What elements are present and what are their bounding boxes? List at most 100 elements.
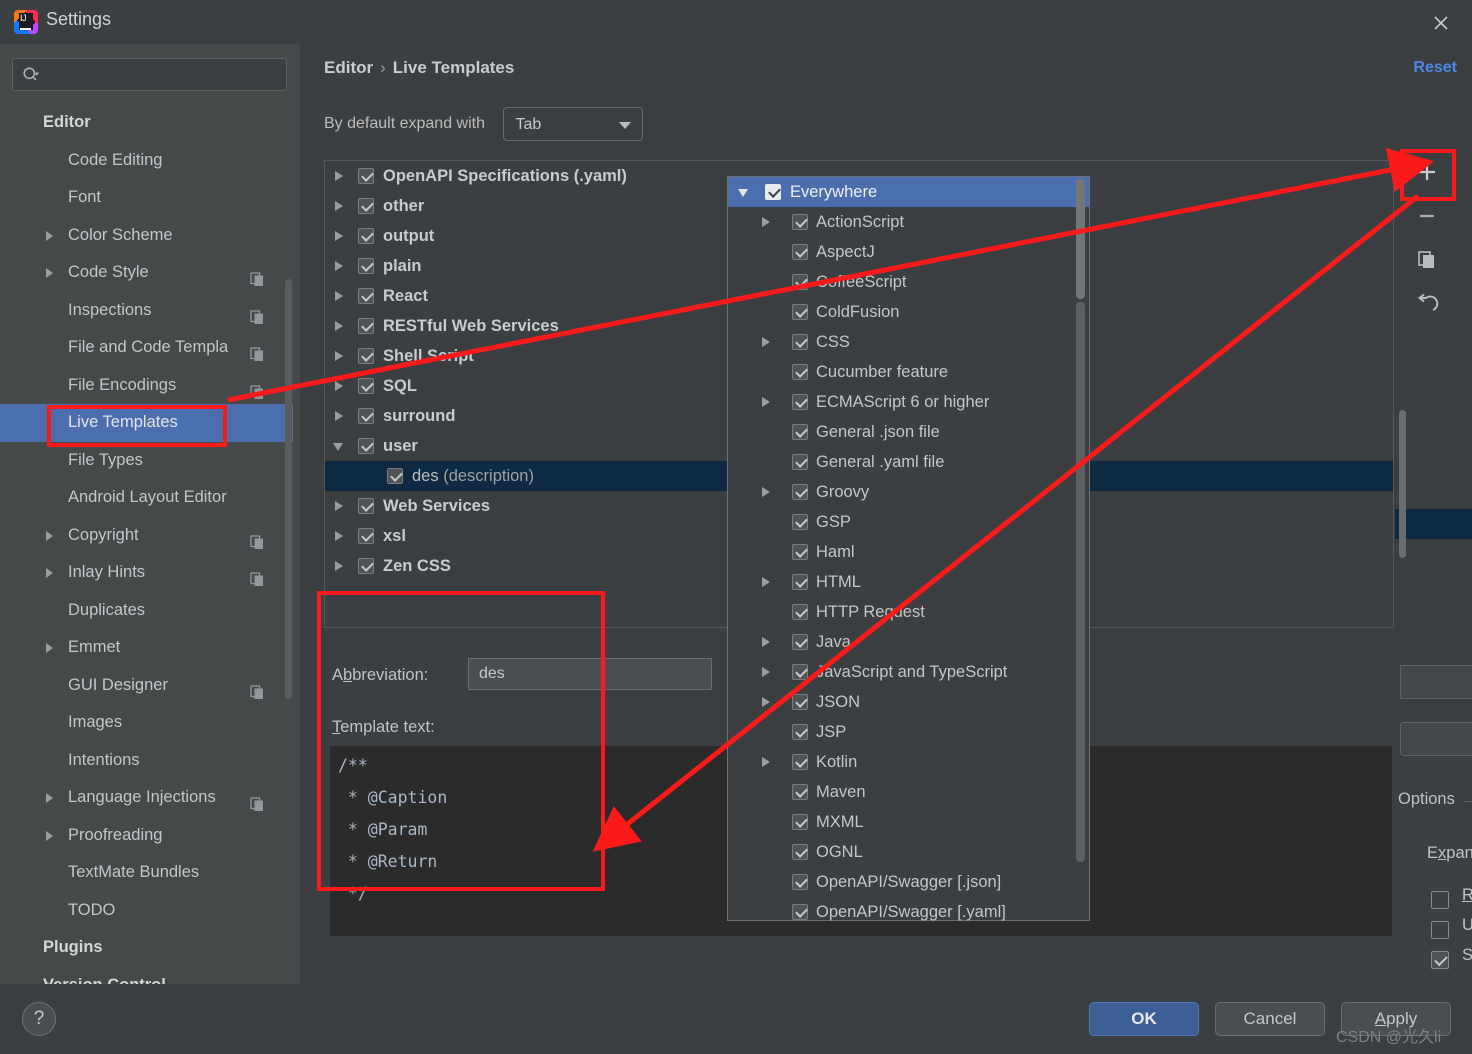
sidebar-scrollbar[interactable]	[285, 279, 292, 699]
sidebar-item-file-and-code-templa[interactable]: File and Code Templa	[0, 329, 293, 367]
checkbox-checked[interactable]	[792, 304, 808, 320]
sidebar-item-duplicates[interactable]: Duplicates	[0, 592, 293, 630]
checkbox-checked[interactable]	[792, 544, 808, 560]
chevron-right-icon[interactable]	[335, 351, 343, 361]
chevron-right-icon[interactable]	[335, 501, 343, 511]
chevron-right-icon[interactable]	[335, 291, 343, 301]
popup-language-row[interactable]: CSS	[728, 327, 1089, 357]
remove-icon[interactable]	[1404, 194, 1450, 238]
sidebar-item-android-layout-editor[interactable]: Android Layout Editor	[0, 479, 293, 517]
help-button[interactable]: ?	[22, 1002, 56, 1036]
sidebar-item-editor[interactable]: Editor	[0, 104, 293, 142]
checkbox-checked[interactable]	[792, 334, 808, 350]
popup-language-row[interactable]: General .yaml file	[728, 447, 1089, 477]
default-expand-select[interactable]: Tab	[503, 107, 644, 141]
sidebar-item-images[interactable]: Images	[0, 704, 293, 742]
chevron-right-icon[interactable]	[762, 337, 770, 347]
popup-language-row[interactable]: JSON	[728, 687, 1089, 717]
popup-language-row[interactable]: GSP	[728, 507, 1089, 537]
sidebar-item-proofreading[interactable]: Proofreading	[0, 817, 293, 855]
abbreviation-input[interactable]	[468, 658, 712, 690]
checkbox-checked[interactable]	[792, 904, 808, 920]
popup-language-row[interactable]: Cucumber feature	[728, 357, 1089, 387]
checkbox[interactable]	[1431, 921, 1449, 939]
chevron-right-icon[interactable]	[335, 381, 343, 391]
checkbox-checked[interactable]	[792, 814, 808, 830]
chevron-right-icon[interactable]	[762, 577, 770, 587]
popup-scrollbar-thumb[interactable]	[1076, 179, 1085, 299]
popup-language-row[interactable]: Groovy	[728, 477, 1089, 507]
checkbox-checked[interactable]	[792, 664, 808, 680]
popup-language-row[interactable]: General .json file	[728, 417, 1089, 447]
popup-language-row[interactable]: ECMAScript 6 or higher	[728, 387, 1089, 417]
checkbox-checked[interactable]	[792, 784, 808, 800]
popup-language-row[interactable]: Everywhere	[728, 177, 1089, 207]
checkbox-checked[interactable]	[792, 514, 808, 530]
checkbox-checked[interactable]	[358, 228, 374, 244]
popup-language-row[interactable]: Haml	[728, 537, 1089, 567]
templates-scrollbar[interactable]	[1399, 410, 1406, 558]
popup-language-row[interactable]: JavaScript and TypeScript	[728, 657, 1089, 687]
reset-link[interactable]: Reset	[1413, 59, 1457, 77]
popup-language-row[interactable]: OpenAPI/Swagger [.json]	[728, 867, 1089, 897]
checkbox[interactable]	[1431, 891, 1449, 909]
checkbox-checked[interactable]	[358, 348, 374, 364]
chevron-right-icon[interactable]	[762, 487, 770, 497]
popup-language-row[interactable]: CoffeeScript	[728, 267, 1089, 297]
checkbox-checked[interactable]	[358, 378, 374, 394]
chevron-right-icon[interactable]	[762, 697, 770, 707]
popup-language-row[interactable]: OpenAPI/Swagger [.yaml]	[728, 897, 1089, 927]
settings-category-tree[interactable]: Editor Code Editing Font Color Scheme Code S…	[0, 104, 293, 984]
checkbox-checked[interactable]	[792, 454, 808, 470]
description-input[interactable]	[1400, 665, 1472, 699]
checkbox-checked[interactable]	[792, 634, 808, 650]
sidebar-item-file-encodings[interactable]: File Encodings	[0, 367, 293, 405]
checkbox-checked[interactable]	[358, 288, 374, 304]
popup-language-row[interactable]: HTML	[728, 567, 1089, 597]
checkbox-checked[interactable]	[792, 244, 808, 260]
popup-language-row[interactable]: HTTP Request	[728, 597, 1089, 627]
checkbox-checked[interactable]	[358, 258, 374, 274]
chevron-right-icon[interactable]	[335, 561, 343, 571]
chevron-right-icon[interactable]	[762, 637, 770, 647]
checkbox-checked[interactable]	[792, 394, 808, 410]
revert-icon[interactable]	[1404, 282, 1450, 326]
sidebar-item-plugins[interactable]: Plugins	[0, 929, 293, 967]
checkbox-checked[interactable]	[792, 604, 808, 620]
sidebar-item-copyright[interactable]: Copyright	[0, 517, 293, 555]
chevron-right-icon[interactable]	[335, 321, 343, 331]
sidebar-item-live-templates[interactable]: Live Templates	[0, 404, 293, 442]
checkbox-checked[interactable]	[792, 214, 808, 230]
checkbox-checked[interactable]	[792, 364, 808, 380]
ok-button[interactable]: OK	[1089, 1002, 1199, 1036]
checkbox-checked[interactable]	[792, 424, 808, 440]
chevron-right-icon[interactable]	[762, 397, 770, 407]
checkbox-checked[interactable]	[792, 724, 808, 740]
sidebar-item-textmate-bundles[interactable]: TextMate Bundles	[0, 854, 293, 892]
popup-language-row[interactable]: Java	[728, 627, 1089, 657]
sidebar-item-intentions[interactable]: Intentions	[0, 742, 293, 780]
sidebar-item-gui-designer[interactable]: GUI Designer	[0, 667, 293, 705]
checkbox-checked[interactable]	[792, 844, 808, 860]
checkbox-checked[interactable]	[358, 318, 374, 334]
chevron-down-icon[interactable]	[738, 189, 748, 197]
checkbox-checked[interactable]	[358, 558, 374, 574]
sidebar-item-font[interactable]: Font	[0, 179, 293, 217]
chevron-right-icon[interactable]	[762, 757, 770, 767]
popup-language-row[interactable]: OGNL	[728, 837, 1089, 867]
sidebar-item-code-style[interactable]: Code Style	[0, 254, 293, 292]
chevron-right-icon[interactable]	[762, 217, 770, 227]
search-field[interactable]	[12, 58, 287, 91]
popup-language-row[interactable]: Maven	[728, 777, 1089, 807]
chevron-down-icon[interactable]	[333, 443, 343, 451]
sidebar-item-inlay-hints[interactable]: Inlay Hints	[0, 554, 293, 592]
edit-variables-button[interactable]: Edit variables	[1400, 722, 1472, 756]
checkbox-checked[interactable]	[765, 184, 781, 200]
checkbox-checked[interactable]	[358, 498, 374, 514]
checkbox[interactable]	[1431, 951, 1449, 969]
cancel-button[interactable]: Cancel	[1215, 1002, 1325, 1036]
language-context-popup[interactable]: Everywhere ActionScript AspectJ CoffeeScrip…	[727, 176, 1090, 921]
sidebar-item-inspections[interactable]: Inspections	[0, 292, 293, 330]
breadcrumb-parent[interactable]: Editor	[324, 58, 373, 77]
sidebar-item-emmet[interactable]: Emmet	[0, 629, 293, 667]
